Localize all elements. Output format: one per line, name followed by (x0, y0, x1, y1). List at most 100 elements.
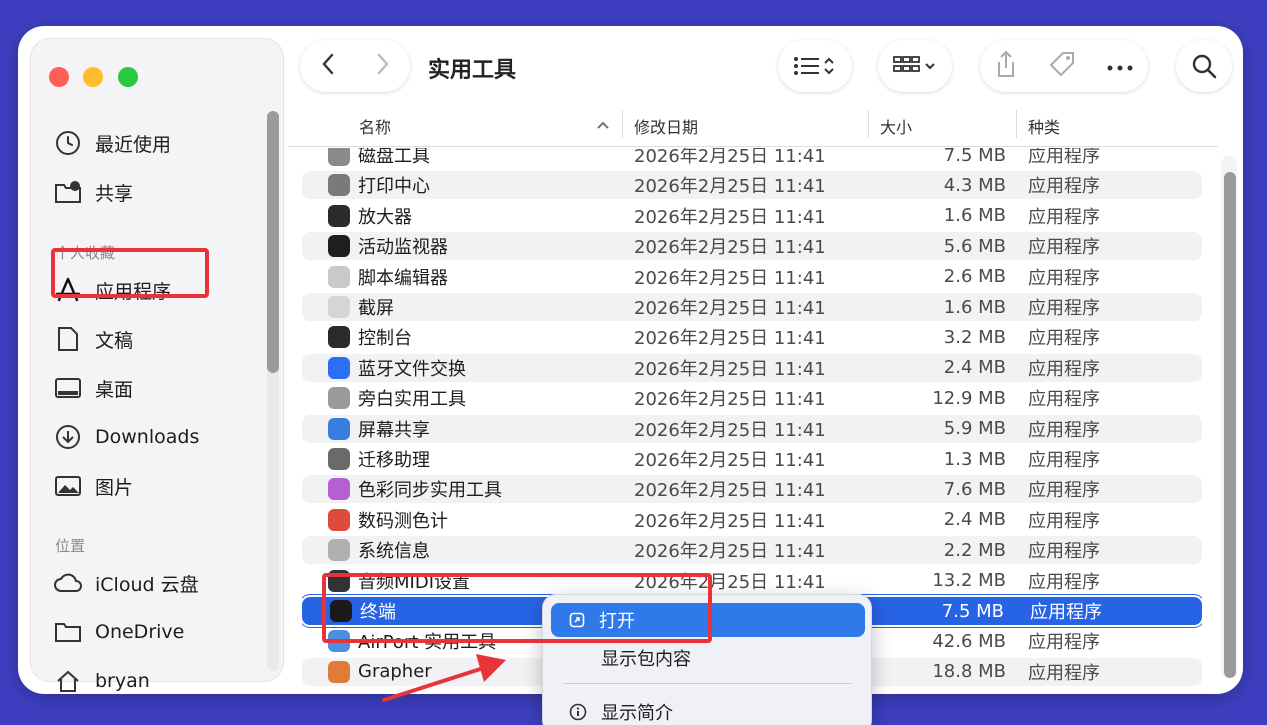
file-name: 数码测色计 (358, 510, 448, 532)
view-mode-button[interactable] (778, 40, 852, 92)
sidebar-item-label: bryan (95, 670, 150, 692)
file-size: 2.2 MB (943, 539, 1006, 561)
file-name: 脚本编辑器 (358, 267, 448, 289)
file-list-scrollbar[interactable] (1224, 172, 1236, 678)
file-kind: 应用程序 (1028, 450, 1100, 471)
file-name: 蓝牙文件交换 (358, 358, 466, 380)
sidebar-item-onedrive[interactable]: OneDrive (53, 612, 184, 652)
file-size: 18.8 MB (932, 661, 1006, 683)
file-row[interactable]: 旁白实用工具 2026年2月25日 11:41 12.9 MB 应用程序 (302, 384, 1202, 412)
file-row[interactable]: 磁盘工具 2026年2月25日 11:41 7.5 MB 应用程序 (302, 148, 1202, 169)
app-icon (328, 478, 350, 501)
app-icon (328, 296, 350, 318)
file-row[interactable]: 脚本编辑器 2026年2月25日 11:41 2.6 MB 应用程序 (302, 263, 1202, 291)
file-date: 2026年2月25日 11:41 (634, 206, 826, 228)
file-name: 旁白实用工具 (358, 389, 466, 411)
file-row[interactable]: 控制台 2026年2月25日 11:41 3.2 MB 应用程序 (302, 323, 1202, 351)
clock-icon (53, 128, 83, 158)
sidebar-item-documents[interactable]: 文稿 (53, 319, 133, 359)
file-size: 4.3 MB (943, 174, 1006, 196)
file-kind: 应用程序 (1028, 237, 1100, 259)
forward-button[interactable] (375, 52, 391, 80)
file-kind: 应用程序 (1028, 480, 1100, 502)
sidebar-item-home[interactable]: bryan (53, 661, 150, 694)
file-date: 2026年2月25日 11:41 (634, 176, 826, 198)
file-row[interactable]: 蓝牙文件交换 2026年2月25日 11:41 2.4 MB 应用程序 (302, 353, 1202, 382)
locations-header: 位置 (55, 537, 86, 555)
sidebar-item-pictures[interactable]: 图片 (53, 466, 133, 506)
sidebar-item-downloads[interactable]: Downloads (53, 417, 199, 457)
file-name: 放大器 (358, 206, 412, 228)
file-kind: 应用程序 (1028, 662, 1100, 684)
file-date: 2026年2月25日 11:41 (634, 148, 826, 167)
file-date: 2026年2月25日 11:41 (634, 480, 826, 502)
file-date: 2026年2月25日 11:41 (634, 419, 826, 441)
share-button[interactable] (995, 50, 1017, 82)
app-icon (328, 204, 350, 227)
sidebar-item-shared[interactable]: 共享 (53, 172, 133, 212)
file-kind: 应用程序 (1028, 571, 1100, 593)
group-button[interactable] (878, 40, 952, 92)
shared-folder-icon (53, 177, 83, 207)
file-size: 7.5 MB (943, 148, 1006, 166)
file-name: 活动监视器 (358, 237, 448, 259)
file-row[interactable]: 放大器 2026年2月25日 11:41 1.6 MB 应用程序 (302, 202, 1202, 230)
file-row[interactable]: 数码测色计 2026年2月25日 11:41 2.4 MB 应用程序 (302, 506, 1202, 534)
tag-icon (1049, 52, 1074, 77)
close-window-button[interactable] (49, 67, 69, 87)
file-kind: 应用程序 (1028, 298, 1100, 319)
file-date: 2026年2月25日 11:41 (634, 328, 826, 350)
file-kind: 应用程序 (1028, 632, 1100, 654)
photo-icon (53, 471, 83, 501)
file-row[interactable]: 活动监视器 2026年2月25日 11:41 5.6 MB 应用程序 (302, 232, 1202, 261)
file-row[interactable]: 系统信息 2026年2月25日 11:41 2.2 MB 应用程序 (302, 536, 1202, 565)
file-size: 5.6 MB (943, 235, 1006, 257)
file-row[interactable]: 屏幕共享 2026年2月25日 11:41 5.9 MB 应用程序 (302, 414, 1202, 443)
menu-item-show-package[interactable]: 显示包内容 (551, 641, 865, 675)
file-row[interactable]: 截屏 2026年2月25日 11:41 1.6 MB 应用程序 (302, 293, 1202, 321)
sidebar-item-desktop[interactable]: 桌面 (53, 368, 133, 408)
header-separator (288, 146, 1218, 147)
column-header-size[interactable]: 大小 (880, 114, 912, 138)
column-header-name[interactable]: 名称 (359, 114, 391, 138)
file-date: 2026年2月25日 11:41 (634, 510, 826, 532)
app-icon (328, 235, 350, 258)
search-button[interactable] (1176, 40, 1232, 92)
menu-item-get-info[interactable]: 显示简介 (551, 695, 865, 725)
more-button[interactable] (1107, 57, 1133, 76)
file-size: 3.2 MB (943, 326, 1006, 348)
app-icon (328, 174, 350, 197)
list-view-icon (794, 57, 834, 75)
file-size: 12.9 MB (932, 387, 1006, 409)
file-kind: 应用程序 (1028, 358, 1100, 380)
chevron-right-icon (377, 53, 389, 75)
back-button[interactable] (320, 52, 336, 80)
sidebar-item-label: 共享 (95, 182, 134, 205)
zoom-window-button[interactable] (118, 67, 138, 87)
minimize-window-button[interactable] (83, 67, 103, 87)
sidebar-scrollbar[interactable] (267, 111, 279, 373)
app-icon (328, 265, 350, 288)
document-icon (53, 324, 83, 354)
sidebar-item-label: 最近使用 (95, 133, 172, 156)
column-header-kind[interactable]: 种类 (1028, 114, 1060, 138)
sort-ascending-icon (597, 121, 609, 129)
file-kind: 应用程序 (1028, 206, 1100, 228)
sidebar-item-label: 桌面 (95, 378, 134, 401)
sidebar-item-recents[interactable]: 最近使用 (53, 123, 171, 163)
info-icon (569, 703, 587, 721)
app-icon (328, 387, 350, 410)
app-icon (328, 417, 350, 440)
sidebar-item-icloud[interactable]: iCloud 云盘 (53, 563, 199, 603)
menu-item-label: 显示简介 (601, 703, 673, 724)
file-row[interactable]: 迁移助理 2026年2月25日 11:41 1.3 MB 应用程序 (302, 445, 1202, 473)
column-divider (1016, 110, 1017, 138)
file-row[interactable]: 色彩同步实用工具 2026年2月25日 11:41 7.6 MB 应用程序 (302, 475, 1202, 504)
tag-button[interactable] (1047, 49, 1077, 83)
file-row[interactable]: 打印中心 2026年2月25日 11:41 4.3 MB 应用程序 (302, 171, 1202, 200)
file-kind: 应用程序 (1030, 602, 1102, 623)
column-divider (622, 110, 623, 138)
sidebar-item-label: 图片 (95, 476, 134, 499)
column-divider (868, 110, 869, 138)
column-header-date[interactable]: 修改日期 (634, 114, 698, 138)
